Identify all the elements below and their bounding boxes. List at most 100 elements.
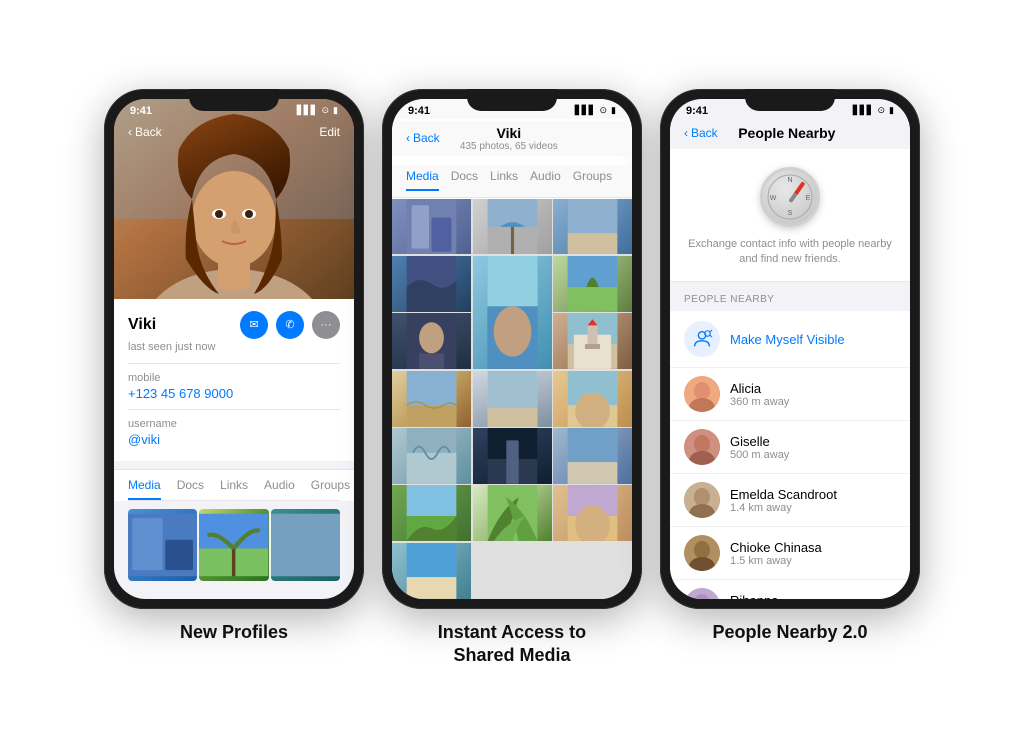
grid-item-13[interactable]	[473, 428, 552, 484]
person-dist-alicia: 360 m away	[730, 396, 896, 408]
grid-item-5[interactable]	[473, 256, 552, 369]
username-field: username @viki	[128, 409, 340, 455]
grid-item-3[interactable]	[553, 199, 632, 255]
phone2-nav: ‹ Back Viki 435 photos, 65 videos	[392, 121, 632, 156]
person-name-emelda: Emelda Scandroot	[730, 487, 896, 502]
media-thumb-3[interactable]	[271, 509, 340, 581]
tab-docs[interactable]: Docs	[177, 478, 204, 500]
make-visible-text[interactable]: Make Myself Visible	[730, 332, 845, 347]
grid-item-12[interactable]	[392, 428, 471, 484]
phone3-status-icons: ▋▋▋ ⊙ ▮	[853, 105, 894, 116]
person-info-giselle: Giselle 500 m away	[730, 434, 896, 461]
phone-icon: ✆	[285, 318, 294, 331]
avatar-giselle	[684, 429, 720, 465]
grid-item-15[interactable]	[392, 485, 471, 541]
make-visible-icon	[684, 321, 720, 357]
phone3-notch	[745, 89, 835, 111]
phone2-status-icons: ▋▋▋ ⊙ ▮	[575, 105, 616, 116]
mobile-value[interactable]: +123 45 678 9000	[128, 386, 340, 401]
phone2-title-name: Viki	[460, 125, 558, 141]
edit-button[interactable]: Edit	[319, 125, 340, 139]
person-name-giselle: Giselle	[730, 434, 896, 449]
compass-section: N S W E Exchange contact info with peopl…	[670, 149, 910, 283]
person-row-chioke[interactable]: Chioke Chinasa 1.5 km away	[670, 527, 910, 580]
tab-audio[interactable]: Audio	[530, 169, 561, 191]
back-button[interactable]: ‹ Back	[128, 125, 162, 139]
person-row-rihanna[interactable]: Rihanna 1.6 km away	[670, 580, 910, 598]
nav-title: People Nearby	[738, 125, 835, 141]
tab-links[interactable]: Links	[220, 478, 248, 500]
battery-icon: ▮	[333, 105, 338, 116]
chevron-left-icon: ‹	[684, 126, 688, 140]
back-button[interactable]: ‹ Back	[684, 126, 718, 140]
phone2-notch	[467, 89, 557, 111]
person-row-alicia[interactable]: Alicia 360 m away	[670, 368, 910, 421]
person-dist-emelda: 1.4 km away	[730, 502, 896, 514]
person-row-emelda[interactable]: Emelda Scandroot 1.4 km away	[670, 474, 910, 527]
username-value[interactable]: @viki	[128, 432, 340, 447]
phone3-frame: 9:41 ▋▋▋ ⊙ ▮ ‹ Back People Nearb	[660, 89, 920, 609]
call-button[interactable]: ✆	[276, 311, 304, 339]
profile-name-row: Viki ✉ ✆ ···	[128, 311, 340, 339]
profile-actions: ✉ ✆ ···	[240, 311, 340, 339]
phone2-title: Viki 435 photos, 65 videos	[460, 125, 558, 152]
grid-item-11[interactable]	[553, 371, 632, 427]
phone2-section: 9:41 ▋▋▋ ⊙ ▮ ‹ Back	[382, 89, 642, 668]
tab-audio[interactable]: Audio	[264, 478, 295, 500]
phone3-screen: 9:41 ▋▋▋ ⊙ ▮ ‹ Back People Nearb	[670, 99, 910, 599]
wifi-icon: ⊙	[878, 105, 886, 116]
chevron-left-icon: ‹	[406, 131, 410, 145]
tab-docs[interactable]: Docs	[451, 169, 478, 191]
grid-item-16[interactable]	[473, 485, 552, 541]
mobile-label: mobile	[128, 372, 340, 384]
phone1-caption: New Profiles	[180, 621, 288, 644]
avatar-rihanna	[684, 588, 720, 598]
make-visible-row[interactable]: Make Myself Visible	[670, 311, 910, 368]
profile-nav: ‹ Back Edit	[114, 121, 354, 143]
phone2-tabs: Media Docs Links Audio Groups	[392, 165, 632, 198]
svg-text:E: E	[806, 195, 811, 202]
tabs-row: Media Docs Links Audio Groups	[128, 470, 340, 501]
grid-item-17[interactable]	[553, 485, 632, 541]
message-icon: ✉	[249, 318, 258, 331]
person-name-rihanna: Rihanna	[730, 593, 896, 599]
grid-item-18[interactable]	[392, 543, 471, 599]
phones-row: 9:41 ▋▋▋ ⊙ ▮	[104, 89, 920, 668]
people-nearby-header: PEOPLE NEARBY	[670, 282, 910, 311]
compass-icon: N S W E	[760, 167, 820, 227]
media-thumb-1[interactable]	[128, 509, 197, 581]
grid-item-4[interactable]	[392, 256, 471, 312]
avatar-emelda	[684, 482, 720, 518]
grid-item-7[interactable]	[392, 313, 471, 369]
media-grid	[114, 501, 354, 599]
phone1-time: 9:41	[130, 105, 152, 117]
person-row-giselle[interactable]: Giselle 500 m away	[670, 421, 910, 474]
people-list: Make Myself Visible	[670, 311, 910, 598]
profile-status: last seen just now	[128, 341, 340, 353]
svg-text:W: W	[770, 195, 777, 202]
tab-media[interactable]: Media	[128, 478, 161, 500]
tab-groups[interactable]: Groups	[573, 169, 612, 191]
back-label: Back	[135, 125, 162, 139]
grid-item-8[interactable]	[553, 313, 632, 369]
media-thumb-2[interactable]	[199, 509, 268, 581]
more-button[interactable]: ···	[312, 311, 340, 339]
phone2-screen: 9:41 ▋▋▋ ⊙ ▮ ‹ Back	[392, 99, 632, 599]
phone1-notch	[189, 89, 279, 111]
grid-item-6[interactable]	[553, 256, 632, 312]
grid-item-9[interactable]	[392, 371, 471, 427]
message-button[interactable]: ✉	[240, 311, 268, 339]
tab-media[interactable]: Media	[406, 169, 439, 191]
signal-icon: ▋▋▋	[853, 105, 874, 116]
svg-text:N: N	[787, 177, 792, 184]
tab-links[interactable]: Links	[490, 169, 518, 191]
tab-groups[interactable]: Groups	[311, 478, 350, 500]
person-info-rihanna: Rihanna 1.6 km away	[730, 593, 896, 599]
grid-item-10[interactable]	[473, 371, 552, 427]
phone1-frame: 9:41 ▋▋▋ ⊙ ▮	[104, 89, 364, 609]
grid-item-14[interactable]	[553, 428, 632, 484]
grid-item-2[interactable]	[473, 199, 552, 255]
profile-info: Viki ✉ ✆ ···	[114, 299, 354, 461]
grid-item-1[interactable]	[392, 199, 471, 255]
back-button[interactable]: ‹ Back	[406, 131, 440, 145]
